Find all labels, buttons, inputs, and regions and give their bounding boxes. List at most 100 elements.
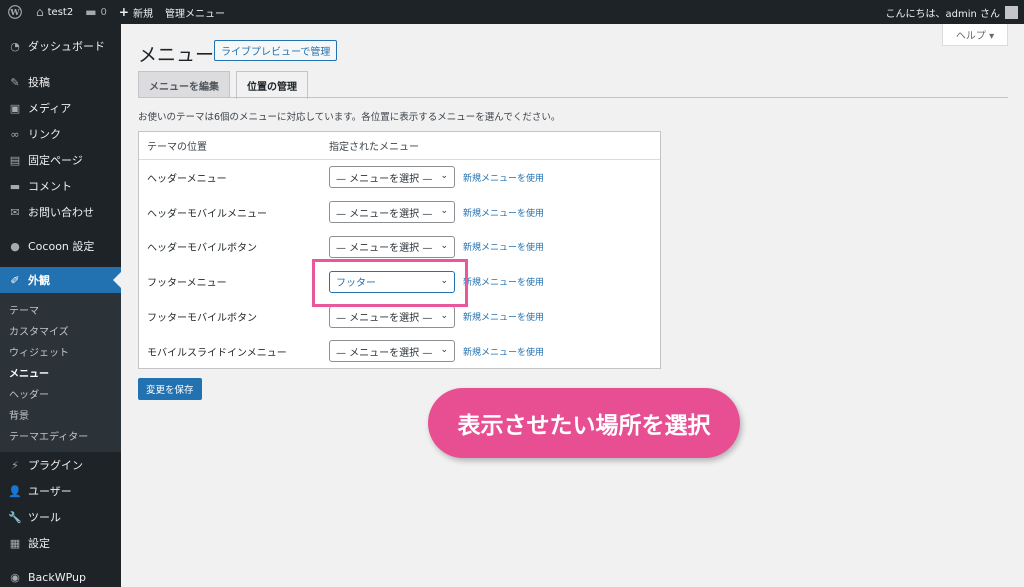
table-row: ヘッダーメニュー — メニューを選択 — ⌄ 新規メニューを使用 (139, 160, 660, 195)
use-new-menu-link[interactable]: 新規メニューを使用 (463, 345, 544, 358)
sidebar-item-links[interactable]: ∞ リンク (0, 121, 121, 147)
sidebar-item-backwpup[interactable]: ◉ BackWPup (0, 564, 121, 587)
sidebar-item-appearance[interactable]: ✐ 外観 (0, 267, 121, 293)
sidebar-item-label: Cocoon 設定 (28, 240, 95, 253)
submenu-item-theme-editor[interactable]: テーマエディター (0, 425, 121, 446)
use-new-menu-link[interactable]: 新規メニューを使用 (463, 310, 544, 323)
sidebar-item-media[interactable]: ▣ メディア (0, 95, 121, 121)
sidebar-item-users[interactable]: 👤 ユーザー (0, 478, 121, 504)
plugin-icon: ⚡ (11, 458, 19, 472)
appearance-submenu: テーマ カスタマイズ ウィジェット メニュー ヘッダー 背景 テーマエディター (0, 293, 121, 452)
location-name: フッターモバイルボタン (147, 313, 257, 325)
chevron-down-icon: ⌄ (440, 171, 448, 182)
sidebar-item-label: プラグイン (28, 459, 83, 472)
account-menu[interactable]: こんにちは、admin さん (879, 0, 1024, 24)
sidebar-item-label: 投稿 (28, 76, 50, 89)
page-title: メニュー (138, 44, 215, 66)
comment-icon: ▬ (85, 5, 97, 19)
sidebar-item-label: お問い合わせ (28, 206, 94, 219)
sidebar-item-dashboard[interactable]: ◔ ダッシュボード (0, 33, 121, 59)
sidebar-item-comments[interactable]: ▬ コメント (0, 173, 121, 199)
use-new-menu-link[interactable]: 新規メニューを使用 (463, 275, 544, 288)
wordpress-logo-icon[interactable]: W (0, 0, 30, 24)
brush-icon: ✐ (10, 273, 20, 287)
col-assigned-menu: 指定されたメニュー (329, 142, 419, 153)
use-new-menu-link[interactable]: 新規メニューを使用 (463, 240, 544, 253)
site-name: test2 (47, 6, 74, 18)
backwpup-icon: ◉ (10, 570, 20, 584)
col-theme-location: テーマの位置 (147, 142, 207, 153)
sidebar-item-label: 設定 (28, 537, 50, 550)
admin-bar: W ⌂ test2 ▬ 0 + 新規 管理メニュー こんにちは、admin さん (0, 0, 1024, 24)
select-value: — メニューを選択 — (336, 347, 433, 359)
submenu-item-menus[interactable]: メニュー (0, 362, 121, 383)
menu-select-footer[interactable]: フッター ⌄ (329, 270, 455, 293)
comments-count: 0 (100, 6, 107, 18)
chevron-down-icon: ⌄ (440, 240, 448, 251)
comments-link[interactable]: ▬ 0 (79, 0, 113, 24)
chevron-down-icon: ⌄ (440, 310, 448, 321)
sidebar-item-contact[interactable]: ✉ お問い合わせ (0, 199, 121, 225)
tab-edit-menus[interactable]: メニューを編集 (138, 71, 230, 98)
location-name: ヘッダーモバイルボタン (147, 243, 257, 255)
locations-description: お使いのテーマは6個のメニューに対応しています。各位置に表示するメニューを選んで… (138, 112, 561, 123)
submenu-item-themes[interactable]: テーマ (0, 299, 121, 320)
cocoon-icon: ● (10, 239, 20, 253)
sidebar-item-plugins[interactable]: ⚡ プラグイン (0, 452, 121, 478)
menu-select[interactable]: — メニューを選択 — ⌄ (329, 166, 455, 189)
sidebar-item-tools[interactable]: 🔧 ツール (0, 504, 121, 530)
use-new-menu-link[interactable]: 新規メニューを使用 (463, 206, 544, 219)
admin-sidebar: ◔ ダッシュボード ✎ 投稿 ▣ メディア ∞ リンク ▤ 固定ページ ▬ コメント ✉ お問… (0, 24, 121, 587)
current-arrow (113, 272, 121, 288)
menu-select[interactable]: — メニューを選択 — ⌄ (329, 305, 455, 328)
sidebar-item-label: ツール (28, 511, 61, 524)
menu-select[interactable]: — メニューを選択 — ⌄ (329, 235, 455, 258)
save-changes-button[interactable]: 変更を保存 (138, 378, 202, 400)
sidebar-item-posts[interactable]: ✎ 投稿 (0, 69, 121, 95)
submenu-item-customize[interactable]: カスタマイズ (0, 320, 121, 341)
sidebar-item-settings[interactable]: ▦ 設定 (0, 530, 121, 556)
dashboard-icon: ◔ (10, 39, 20, 53)
home-icon: ⌂ (36, 5, 44, 19)
tabs-divider (138, 97, 1008, 98)
sidebar-item-label: メディア (28, 102, 72, 115)
use-new-menu-link[interactable]: 新規メニューを使用 (463, 171, 544, 184)
chevron-down-icon: ⌄ (440, 206, 448, 217)
sidebar-item-label: 固定ページ (28, 154, 83, 167)
sidebar-item-pages[interactable]: ▤ 固定ページ (0, 147, 121, 173)
media-icon: ▣ (9, 101, 21, 115)
manage-menu-link[interactable]: 管理メニュー (159, 0, 231, 24)
live-preview-button[interactable]: ライブプレビューで管理 (214, 40, 338, 61)
sidebar-item-label: ユーザー (28, 485, 72, 498)
menu-select[interactable]: — メニューを選択 — ⌄ (329, 340, 455, 363)
select-value: — メニューを選択 — (336, 243, 433, 255)
submenu-item-header[interactable]: ヘッダー (0, 383, 121, 404)
select-value: フッター (336, 278, 376, 290)
sidebar-item-cocoon[interactable]: ● Cocoon 設定 (0, 233, 121, 259)
location-name: ヘッダーモバイルメニュー (147, 208, 267, 220)
table-header: テーマの位置 指定されたメニュー (139, 132, 660, 160)
sidebar-item-label: ダッシュボード (28, 40, 105, 53)
table-row: フッターメニュー フッター ⌄ 新規メニューを使用 (139, 264, 660, 299)
table-row: ヘッダーモバイルメニュー — メニューを選択 — ⌄ 新規メニューを使用 (139, 195, 660, 230)
settings-icon: ▦ (9, 536, 21, 550)
user-icon: 👤 (8, 484, 22, 498)
help-tab-button[interactable]: ヘルプ ▾ (942, 24, 1008, 46)
submenu-item-widgets[interactable]: ウィジェット (0, 341, 121, 362)
chevron-down-icon: ⌄ (440, 275, 448, 286)
location-name: モバイルスライドインメニュー (147, 347, 287, 359)
nav-tabs: メニューを編集 位置の管理 (138, 71, 314, 99)
submenu-item-background[interactable]: 背景 (0, 404, 121, 425)
mail-icon: ✉ (10, 205, 20, 219)
menu-select[interactable]: — メニューを選択 — ⌄ (329, 201, 455, 224)
new-content-link[interactable]: + 新規 (113, 0, 159, 24)
select-value: — メニューを選択 — (336, 208, 433, 220)
tab-manage-locations[interactable]: 位置の管理 (236, 71, 308, 99)
link-icon: ∞ (10, 127, 20, 141)
site-name-link[interactable]: ⌂ test2 (30, 0, 79, 24)
page-icon: ▤ (9, 153, 21, 167)
plus-icon: + (118, 5, 129, 19)
sidebar-item-label: コメント (28, 180, 72, 193)
avatar (1005, 5, 1018, 19)
annotation-callout: 表示させたい場所を選択 (428, 388, 740, 458)
